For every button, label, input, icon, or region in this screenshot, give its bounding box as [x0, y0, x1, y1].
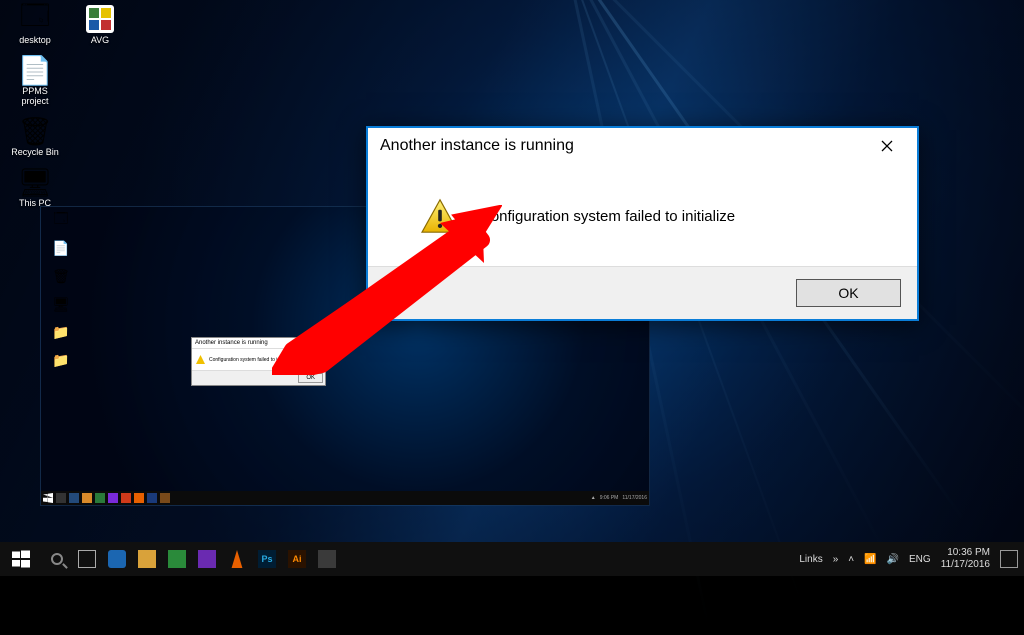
taskbar: Ps Ai Links » ˄ 📶 🔊 ENG 10:36 PM 11/17/2…	[0, 542, 1024, 576]
taskbar-taskview[interactable]	[72, 542, 102, 576]
close-icon: ×	[318, 340, 322, 346]
nested-taskbar: ▲ 9:06 PM 11/17/2016	[41, 491, 649, 505]
taskbar-ps[interactable]: Ps	[252, 542, 282, 576]
dialog-titlebar[interactable]: Another instance is running	[368, 128, 917, 164]
start-button[interactable]	[0, 542, 42, 576]
icon-label: AVG	[91, 35, 109, 45]
recycle-bin-icon: 🗑	[19, 115, 51, 147]
desktop-icon-thispc[interactable]: 🖥 This PC	[5, 163, 65, 211]
close-button[interactable]	[867, 134, 907, 158]
dialog-message: Configuration system failed to initializ…	[480, 208, 735, 225]
document-icon: 📄	[19, 54, 51, 86]
close-icon	[881, 140, 893, 152]
warning-icon	[420, 198, 460, 234]
taskbar-search[interactable]	[42, 542, 72, 576]
tray-volume-icon[interactable]: 🔊	[887, 554, 899, 565]
folder-icon: 🗔	[19, 3, 51, 35]
nested-dialog-message: Configuration system failed to initializ…	[209, 357, 294, 363]
desktop-icon-recycle[interactable]: 🗑 Recycle Bin	[5, 112, 65, 160]
dialog-footer: OK	[368, 266, 917, 319]
tray-chevron-up-icon[interactable]: ˄	[848, 554, 854, 565]
taskbar-edge[interactable]	[102, 542, 132, 576]
taskbar-explorer[interactable]	[132, 542, 162, 576]
tray-language[interactable]: ENG	[909, 554, 931, 565]
taskbar-app[interactable]	[192, 542, 222, 576]
tray-network-icon[interactable]: 📶	[864, 554, 876, 565]
tray-clock[interactable]: 10:36 PM 11/17/2016	[941, 547, 990, 571]
tray-time: 10:36 PM	[941, 547, 990, 559]
nested-icon: 📄	[43, 237, 79, 259]
icon-label: PPMS project	[8, 86, 62, 106]
avg-icon	[84, 3, 116, 35]
nested-date: 11/17/2016	[622, 495, 647, 501]
action-center-icon[interactable]	[1000, 550, 1018, 568]
icon-label: Recycle Bin	[11, 147, 59, 157]
desktop-icon-desktop[interactable]: 🗔 desktop	[5, 0, 65, 48]
nested-icon: 🖥	[43, 293, 79, 315]
icon-label: desktop	[19, 35, 51, 45]
dialog-title: Another instance is running	[380, 137, 574, 155]
ok-button[interactable]: OK	[796, 279, 901, 307]
nested-icon: 🗑	[43, 265, 79, 287]
error-dialog: Another instance is running Configuratio…	[366, 126, 919, 321]
nested-error-dialog: Another instance is running × Configurat…	[191, 337, 326, 386]
tray-date: 11/17/2016	[941, 559, 990, 571]
taskbar-tray: Links » ˄ 📶 🔊 ENG 10:36 PM 11/17/2016	[799, 547, 1024, 571]
chevron-right-icon[interactable]: »	[833, 554, 839, 565]
nested-icon: 📁	[43, 321, 79, 343]
nested-time: 9:06 PM	[600, 495, 619, 501]
warning-icon	[196, 355, 205, 364]
nested-ok-button: OK	[298, 373, 323, 383]
taskbar-store[interactable]	[162, 542, 192, 576]
taskbar-app2[interactable]	[312, 542, 342, 576]
windows-icon	[12, 550, 30, 568]
nested-dialog-title: Another instance is running	[195, 340, 268, 346]
nested-icon: 📁	[43, 349, 79, 371]
links-label[interactable]: Links	[799, 554, 822, 565]
desktop-icons: 🗔 desktop 📄 PPMS project 🗑 Recycle Bin 🖥…	[5, 0, 65, 214]
nested-icon: 🗔	[43, 209, 79, 231]
this-pc-icon: 🖥	[19, 166, 51, 198]
start-icon	[43, 493, 53, 503]
desktop-icon-ppms[interactable]: 📄 PPMS project	[5, 51, 65, 109]
taskbar-vlc[interactable]	[222, 542, 252, 576]
taskbar-ai[interactable]: Ai	[282, 542, 312, 576]
desktop-icon-avg[interactable]: AVG	[70, 0, 130, 48]
